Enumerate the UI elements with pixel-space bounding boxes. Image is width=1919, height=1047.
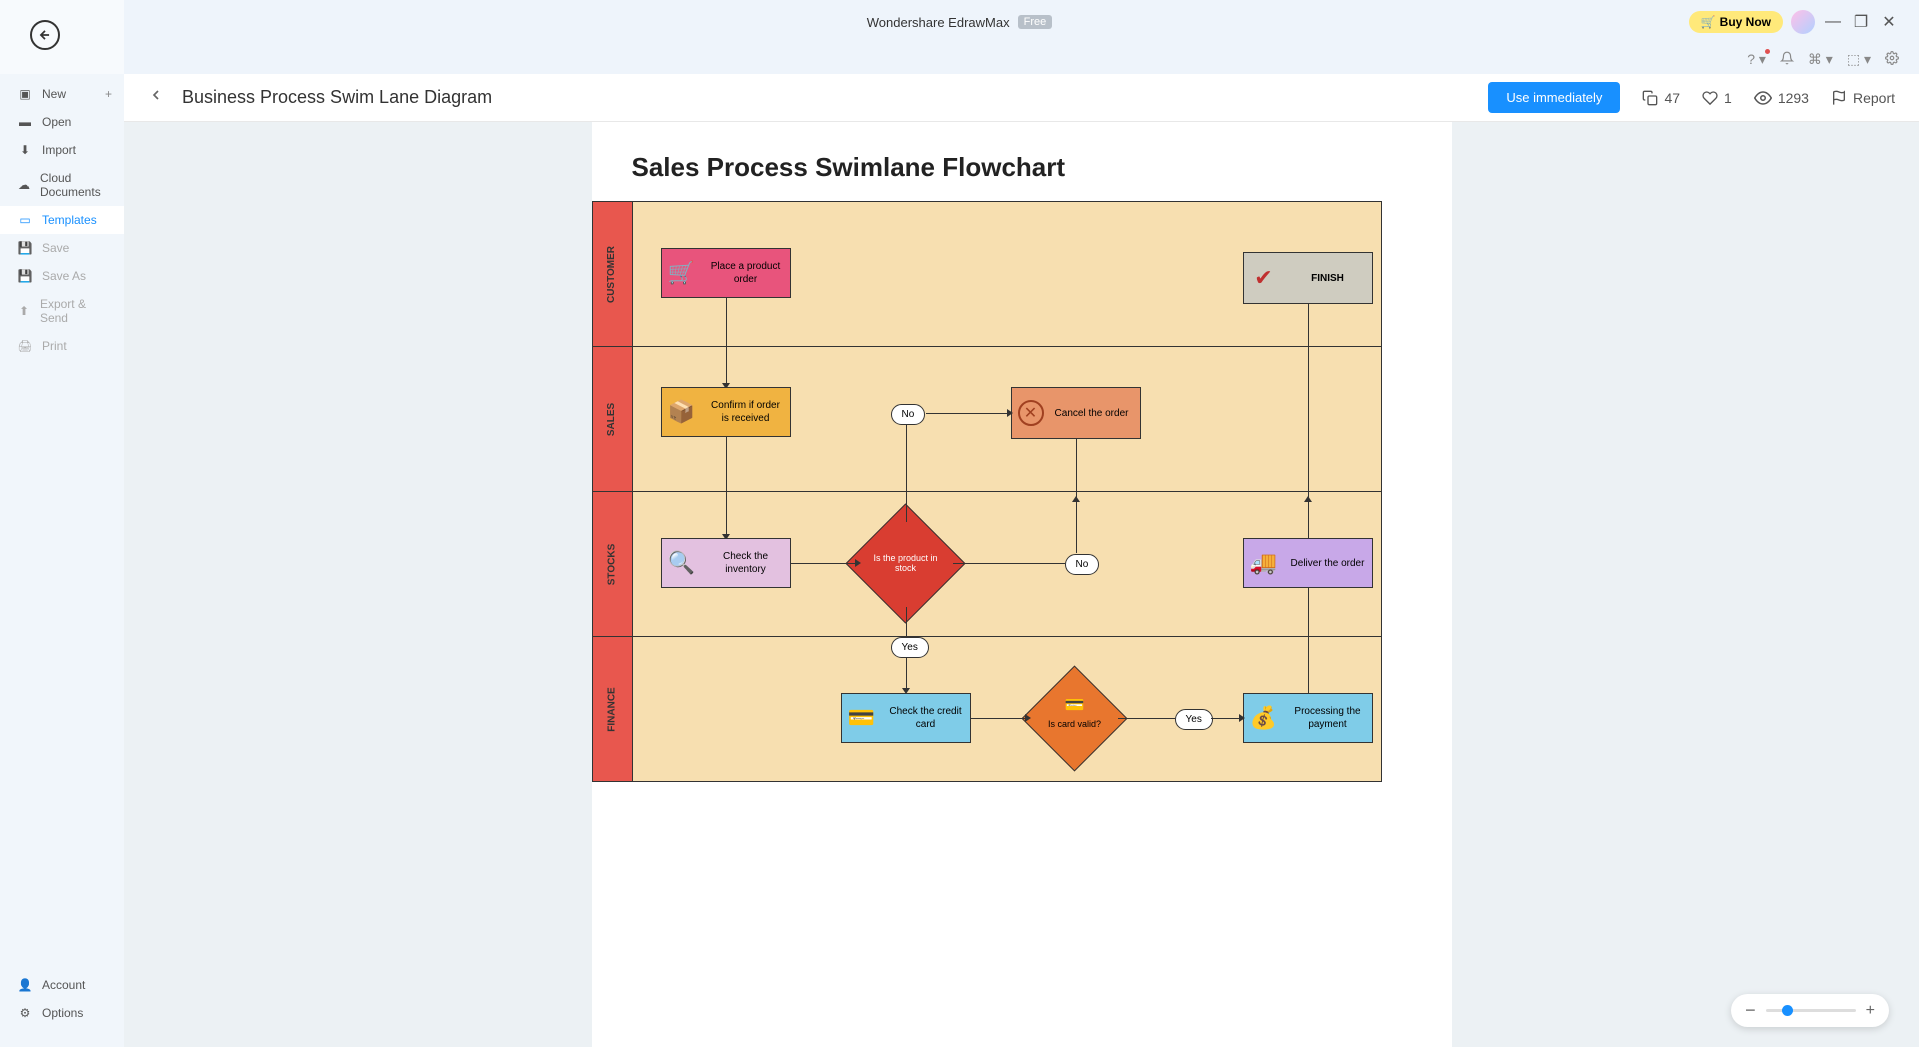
export-icon: ⬆	[18, 304, 30, 318]
sidebar-item-import[interactable]: ⬇ Import	[0, 136, 124, 164]
card-icon: 💳	[842, 698, 882, 738]
use-immediately-button[interactable]: Use immediately	[1488, 82, 1620, 113]
zoom-out-button[interactable]: −	[1745, 1000, 1756, 1021]
sidebar-item-open[interactable]: ▬ Open	[0, 108, 124, 136]
canvas-area[interactable]: Sales Process Swimlane Flowchart CUSTOME…	[124, 122, 1919, 1047]
plus-square-icon: ▣	[18, 87, 32, 101]
app-title: Wondershare EdrawMax	[867, 15, 1010, 30]
sidebar: ▣ New + ▬ Open ⬇ Import ☁ Cloud Document…	[0, 0, 124, 1047]
sidebar-item-templates[interactable]: ▭ Templates	[0, 206, 124, 234]
pill-yes1: Yes	[891, 637, 929, 658]
node-finish[interactable]: ✔ FINISH	[1243, 252, 1373, 304]
x-circle-icon: ✕	[1018, 400, 1044, 426]
keyboard-icon[interactable]: ⌘ ▾	[1808, 51, 1833, 68]
zoom-slider[interactable]	[1766, 1009, 1856, 1012]
copies-stat[interactable]: 47	[1642, 90, 1680, 106]
swimlane-container: CUSTOMER 🛒 Place a product order ✔ FINIS…	[592, 201, 1382, 782]
tag-icon[interactable]: ⬚ ▾	[1847, 51, 1871, 68]
close-button[interactable]: ✕	[1879, 12, 1899, 32]
import-icon: ⬇	[18, 143, 32, 157]
zoom-control[interactable]: − +	[1731, 994, 1889, 1027]
sidebar-item-export: ⬆ Export & Send	[0, 290, 124, 332]
sidebar-item-new[interactable]: ▣ New +	[0, 80, 124, 108]
node-check-card[interactable]: 💳 Check the credit card	[841, 693, 971, 743]
lane-header-sales: SALES	[593, 347, 633, 491]
lane-header-stocks: STOCKS	[593, 492, 633, 636]
node-place-order[interactable]: 🛒 Place a product order	[661, 248, 791, 298]
diamond-card-valid[interactable]: 💳 Is card valid?	[1015, 683, 1135, 753]
box-icon: 📦	[662, 392, 702, 432]
plus-icon[interactable]: +	[105, 87, 112, 101]
lane-header-finance: FINANCE	[593, 637, 633, 781]
sidebar-item-saveas: 💾 Save As	[0, 262, 124, 290]
views-stat: 1293	[1754, 89, 1809, 107]
money-icon: 💰	[1244, 698, 1284, 738]
node-deliver[interactable]: 🚚 Deliver the order	[1243, 538, 1373, 588]
lane-header-customer: CUSTOMER	[593, 202, 633, 346]
title-bar: Wondershare EdrawMax Free 🛒 Buy Now — ❐ …	[0, 0, 1919, 44]
free-badge: Free	[1018, 15, 1053, 29]
page-title: Business Process Swim Lane Diagram	[182, 87, 492, 108]
templates-icon: ▭	[18, 213, 32, 227]
folder-icon: ▬	[18, 115, 32, 129]
save-as-icon: 💾	[18, 269, 32, 283]
main-area: Business Process Swim Lane Diagram Use i…	[124, 74, 1919, 1047]
report-button[interactable]: Report	[1831, 90, 1895, 106]
search-icon: 🔍	[662, 543, 702, 583]
sidebar-item-print: 🖨 Print	[0, 332, 124, 360]
back-arrow[interactable]	[148, 86, 164, 109]
maximize-button[interactable]: ❐	[1851, 12, 1871, 32]
minimize-button[interactable]: —	[1823, 12, 1843, 32]
node-processing[interactable]: 💰 Processing the payment	[1243, 693, 1373, 743]
sidebar-item-account[interactable]: 👤 Account	[0, 971, 124, 999]
likes-stat[interactable]: 1	[1702, 90, 1732, 106]
node-confirm[interactable]: 📦 Confirm if order is received	[661, 387, 791, 437]
lane-customer: CUSTOMER 🛒 Place a product order ✔ FINIS…	[593, 202, 1381, 347]
gear-icon: ⚙	[18, 1006, 32, 1020]
diagram-page: Sales Process Swimlane Flowchart CUSTOME…	[592, 122, 1452, 1047]
user-icon: 👤	[18, 978, 32, 992]
settings-icon[interactable]	[1885, 51, 1899, 68]
zoom-in-button[interactable]: +	[1866, 1002, 1875, 1020]
node-cancel[interactable]: ✕ Cancel the order	[1011, 387, 1141, 439]
sidebar-item-cloud[interactable]: ☁ Cloud Documents	[0, 164, 124, 206]
back-circle-button[interactable]	[30, 20, 60, 50]
diagram-title: Sales Process Swimlane Flowchart	[632, 152, 1452, 183]
zoom-thumb[interactable]	[1782, 1005, 1793, 1016]
top-toolbar: ? ▾ ⌘ ▾ ⬚ ▾	[0, 44, 1919, 74]
lane-sales: SALES 📦 Confirm if order is received No …	[593, 347, 1381, 492]
sidebar-item-options[interactable]: ⚙ Options	[0, 999, 124, 1027]
lane-stocks: STOCKS 🔍 Check the inventory Is the prod…	[593, 492, 1381, 637]
cart-icon: 🛒	[1701, 15, 1716, 29]
cart-icon: 🛒	[662, 253, 702, 293]
pill-yes2: Yes	[1175, 709, 1213, 730]
diamond-in-stock[interactable]: Is the product in stock	[846, 528, 966, 598]
check-icon: ✔	[1244, 258, 1284, 298]
cloud-icon: ☁	[18, 178, 30, 192]
user-avatar[interactable]	[1791, 10, 1815, 34]
print-icon: 🖨	[18, 339, 32, 353]
bell-icon[interactable]	[1780, 51, 1794, 68]
pill-no2: No	[1065, 554, 1100, 575]
save-icon: 💾	[18, 241, 32, 255]
help-icon[interactable]: ? ▾	[1747, 51, 1766, 68]
lane-finance: FINANCE Yes 💳 Check the credit card �	[593, 637, 1381, 781]
page-header: Business Process Swim Lane Diagram Use i…	[124, 74, 1919, 122]
node-check-inventory[interactable]: 🔍 Check the inventory	[661, 538, 791, 588]
sidebar-item-save: 💾 Save	[0, 234, 124, 262]
pill-no1: No	[891, 404, 926, 425]
truck-icon: 🚚	[1244, 543, 1284, 583]
buy-now-button[interactable]: 🛒 Buy Now	[1689, 11, 1783, 33]
